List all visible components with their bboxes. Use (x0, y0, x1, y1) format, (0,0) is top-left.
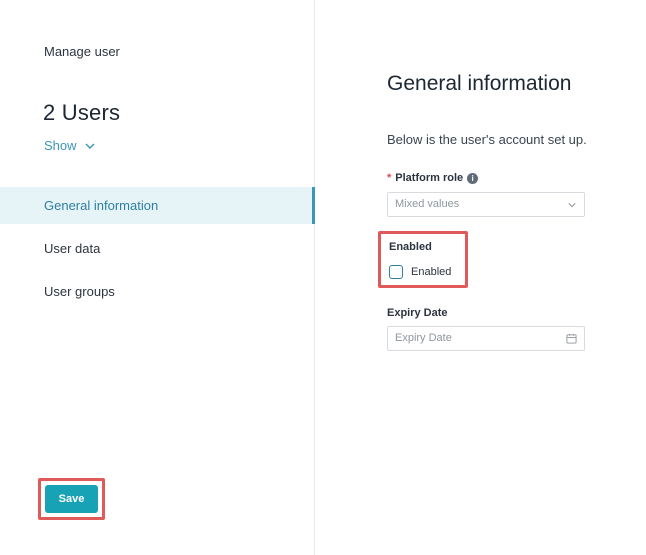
users-count-title: 2 Users (43, 100, 121, 125)
nav-item-label: General information (44, 198, 159, 213)
chevron-down-icon (85, 143, 95, 149)
section-nav: General information User data User group… (0, 187, 315, 316)
page-description: Below is the user's account set up. (387, 132, 587, 147)
platform-role-select[interactable]: Mixed values (387, 192, 585, 217)
save-button-highlight: Save (38, 478, 105, 520)
page-title: General information (387, 72, 572, 95)
platform-role-label-text: Platform role (395, 172, 464, 184)
nav-item-user-data[interactable]: User data (0, 230, 315, 267)
nav-item-general-information[interactable]: General information (0, 187, 315, 224)
enabled-checkbox[interactable]: Enabled (389, 265, 451, 279)
chevron-down-icon (568, 203, 576, 208)
save-button[interactable]: Save (45, 485, 98, 513)
expiry-date-input[interactable]: Expiry Date (387, 326, 585, 351)
show-users-toggle[interactable]: Show (44, 138, 95, 153)
nav-item-label: User groups (44, 284, 115, 299)
expiry-date-placeholder: Expiry Date (395, 332, 452, 344)
platform-role-value: Mixed values (395, 198, 460, 210)
calendar-icon[interactable] (566, 333, 577, 344)
nav-item-label: User data (44, 241, 101, 256)
enabled-section-highlight: Enabled Enabled (378, 231, 468, 288)
expiry-date-label: Expiry Date (387, 307, 448, 319)
enabled-section-label: Enabled (389, 241, 432, 253)
enabled-checkbox-label: Enabled (411, 266, 452, 278)
nav-item-user-groups[interactable]: User groups (0, 273, 315, 310)
manage-user-label: Manage user (44, 44, 120, 59)
required-mark: * (387, 172, 392, 184)
platform-role-label: * Platform role i (387, 172, 479, 184)
show-label: Show (44, 138, 77, 153)
checkbox-box[interactable] (389, 265, 403, 279)
main-panel: General information Below is the user's … (316, 0, 646, 555)
info-icon[interactable]: i (467, 172, 479, 184)
sidebar: Manage user 2 Users Show General informa… (0, 0, 315, 555)
expiry-date-label-text: Expiry Date (387, 307, 448, 319)
